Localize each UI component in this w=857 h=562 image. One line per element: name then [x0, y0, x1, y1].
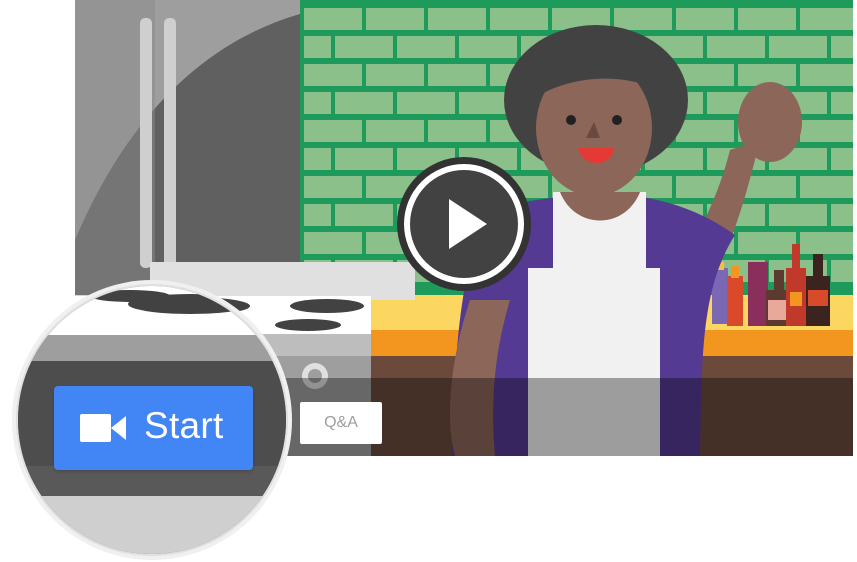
qa-label: Q&A — [324, 414, 358, 431]
start-button[interactable]: Start — [54, 386, 253, 470]
video-camera-icon — [80, 414, 126, 442]
fridge-handle — [164, 18, 176, 268]
play-button[interactable] — [397, 157, 531, 291]
qa-button[interactable]: Q&A — [300, 402, 382, 444]
play-icon — [397, 157, 531, 291]
start-label: Start — [144, 405, 224, 446]
fridge-handle — [140, 18, 152, 268]
